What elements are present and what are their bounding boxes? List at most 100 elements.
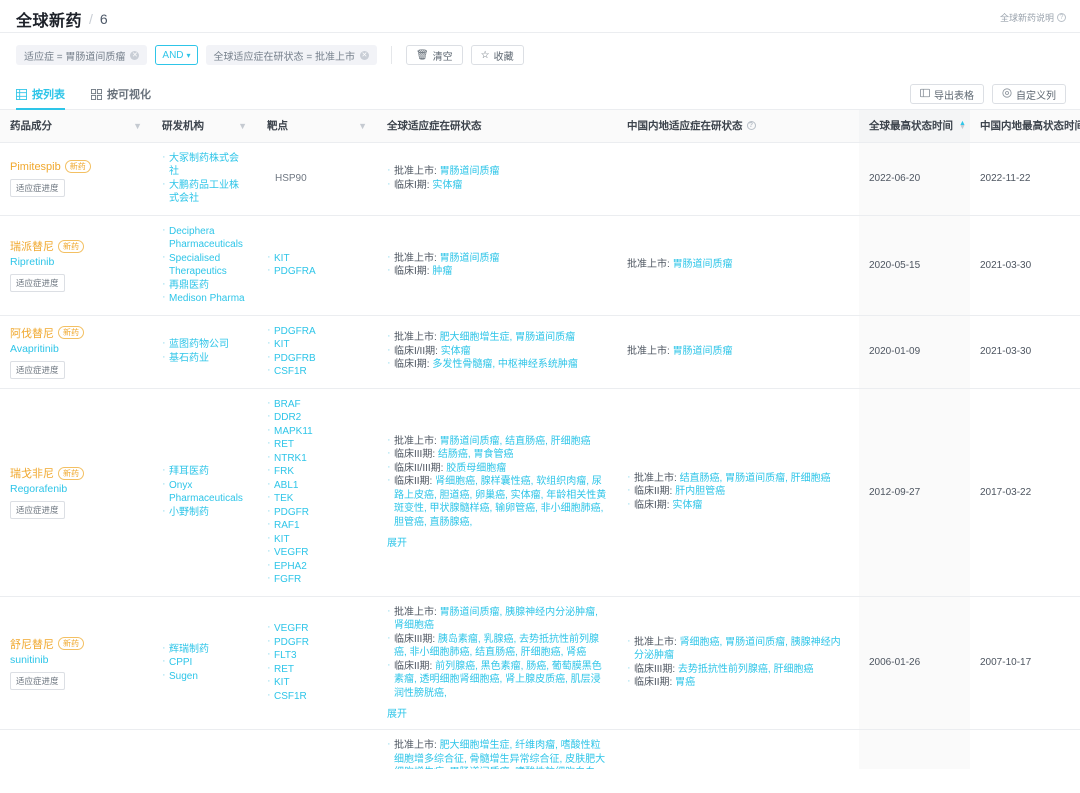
list-item[interactable]: VEGFR [267, 546, 367, 560]
list-item[interactable]: RET [267, 663, 367, 677]
status-value[interactable]: 实体瘤 [672, 500, 702, 511]
expand-button[interactable]: 展开 [387, 705, 407, 720]
customize-columns-button[interactable]: 自定义列 [992, 84, 1066, 104]
filter-operator-select[interactable]: AND ▾ [155, 45, 197, 65]
column-header-ingredient[interactable]: 药品成分 ▼ [0, 110, 152, 142]
expand-button[interactable]: 展开 [387, 534, 407, 549]
drug-name-en[interactable]: sunitinib [10, 654, 142, 666]
list-item[interactable]: CPPI [162, 656, 247, 670]
table-row[interactable]: 阿伐替尼 新药 Avapritinib 适应症进度 蓝图药物公司 基石药业 [0, 315, 1080, 388]
list-item[interactable]: FLT3 [267, 649, 367, 663]
filter-chip-global-status[interactable]: 全球适应症在研状态 = 批准上市 ✕ [206, 45, 377, 65]
indication-progress-button[interactable]: 适应症进度 [10, 274, 65, 292]
results-table-wrapper[interactable]: 药品成分 ▼ 研发机构 ▼ 靶点 ▼ [0, 110, 1080, 769]
close-icon[interactable]: ✕ [130, 51, 139, 60]
list-item[interactable]: Deciphera Pharmaceuticals [162, 225, 247, 252]
list-item[interactable]: KIT [267, 252, 367, 266]
status-value[interactable]: 结肠癌, 胃食管癌 [438, 449, 514, 460]
list-item[interactable]: DDR2 [267, 411, 367, 425]
status-value[interactable]: 肥大细胞增生症, 胃肠道间质瘤 [440, 332, 576, 343]
status-value[interactable]: 胃肠道间质瘤 [440, 166, 500, 177]
list-item[interactable]: PDGFR [267, 506, 367, 520]
indication-progress-button[interactable]: 适应症进度 [10, 501, 65, 519]
table-row[interactable]: 瑞戈非尼 新药 Regorafenib 适应症进度 拜耳医药 Onyx Phar… [0, 388, 1080, 596]
list-item[interactable]: Specialised Therapeutics [162, 252, 247, 279]
list-item[interactable]: 大鹏药品工业株式会社 [162, 179, 247, 206]
list-item[interactable]: FRK [267, 465, 367, 479]
list-item[interactable]: PDGFRA [267, 265, 367, 279]
tab-visual-view[interactable]: 按可视化 [91, 86, 151, 109]
drug-name-cn[interactable]: 舒尼替尼 新药 [10, 636, 142, 652]
status-value[interactable]: 胶质母细胞瘤 [446, 463, 506, 474]
list-item[interactable]: FGFR [267, 573, 367, 587]
list-item[interactable]: ABL1 [267, 479, 367, 493]
list-item[interactable]: 大冢制药株式会社 [162, 152, 247, 179]
status-value[interactable]: 肿瘤 [432, 266, 452, 277]
status-value[interactable]: 多发性骨髓瘤, 中枢神经系统肿瘤 [432, 359, 578, 370]
list-item[interactable]: VEGFR [267, 622, 367, 636]
list-item[interactable]: KIT [267, 676, 367, 690]
list-item[interactable]: NTRK1 [267, 452, 367, 466]
list-item[interactable]: BRAF [267, 398, 367, 412]
list-item[interactable]: TEK [267, 492, 367, 506]
drug-name-cn[interactable]: Pimitespib 新药 [10, 160, 142, 173]
question-icon[interactable]: ? [747, 121, 756, 130]
filter-icon[interactable]: ▼ [358, 121, 367, 131]
list-item[interactable]: KIT [267, 533, 367, 547]
filter-icon[interactable]: ▼ [238, 121, 247, 131]
list-item[interactable]: PDGFRA [267, 325, 367, 339]
list-item[interactable]: 再鼎医药 [162, 279, 247, 293]
table-row[interactable]: Pimitespib 新药 适应症进度 大冢制药株式会社 大鹏药品工业株式会社 … [0, 142, 1080, 215]
column-header-target[interactable]: 靶点 ▼ [257, 110, 377, 142]
status-value[interactable]: 去势抵抗性前列腺癌, 肝细胞癌 [678, 664, 814, 675]
filter-icon[interactable]: ▼ [133, 121, 142, 131]
list-item[interactable]: RAF1 [267, 519, 367, 533]
clear-button[interactable]: 🗑 清空 [406, 45, 463, 65]
status-value[interactable]: 胃癌 [675, 677, 695, 688]
column-header-organization[interactable]: 研发机构 ▼ [152, 110, 257, 142]
list-item[interactable]: PDGFRB [267, 352, 367, 366]
tab-list-view[interactable]: 按列表 [16, 86, 65, 109]
drug-name-en[interactable]: Regorafenib [10, 483, 142, 495]
status-value[interactable]: 结直肠癌, 胃肠道间质瘤, 肝细胞癌 [680, 473, 831, 484]
help-link[interactable]: 全球新药说明 ? [1000, 11, 1066, 24]
status-value[interactable]: 胃肠道间质瘤 [673, 259, 733, 270]
close-icon[interactable]: ✕ [360, 51, 369, 60]
column-header-china-time[interactable]: 中国内地最高状态时间 ? ▲▼ [970, 110, 1080, 142]
table-row[interactable]: 瑞派替尼 新药 Ripretinib 适应症进度 Deciphera Pharm… [0, 215, 1080, 315]
list-item[interactable]: MAPK11 [267, 425, 367, 439]
list-item[interactable]: PDGFR [267, 636, 367, 650]
status-value[interactable]: 实体瘤 [441, 346, 471, 357]
status-value[interactable]: 肝内胆管癌 [675, 486, 725, 497]
export-table-button[interactable]: 导出表格 [910, 84, 984, 104]
list-item[interactable]: 拜耳医药 [162, 465, 247, 479]
list-item[interactable]: RET [267, 438, 367, 452]
list-item[interactable]: CSF1R [267, 365, 367, 379]
target-label[interactable]: HSP90 [267, 173, 367, 184]
list-item[interactable]: EPHA2 [267, 560, 367, 574]
table-row[interactable]: 伊马替尼 新药 Imatinib 适应症进度 诺华制药 KIT BCR-ABL [0, 730, 1080, 770]
table-row[interactable]: 舒尼替尼 新药 sunitinib 适应症进度 辉瑞制药 CPPI Sugen [0, 596, 1080, 730]
list-item[interactable]: CSF1R [267, 690, 367, 704]
list-item[interactable]: 辉瑞制药 [162, 643, 247, 657]
favorite-button[interactable]: ☆ 收藏 [471, 45, 524, 65]
list-item[interactable]: 蓝图药物公司 [162, 338, 247, 352]
list-item[interactable]: 基石药业 [162, 352, 247, 366]
list-item[interactable]: Onyx Pharmaceuticals [162, 479, 247, 506]
column-header-global-time[interactable]: 全球最高状态时间 ▲▼ [859, 110, 970, 142]
list-item[interactable]: 小野制药 [162, 506, 247, 520]
filter-chip-indication[interactable]: 适应症 = 胃肠道间质瘤 ✕ [16, 45, 147, 65]
drug-name-cn[interactable]: 阿伐替尼 新药 [10, 325, 142, 341]
drug-name-cn[interactable]: 瑞派替尼 新药 [10, 238, 142, 254]
list-item[interactable]: Medison Pharma [162, 292, 247, 306]
drug-name-en[interactable]: Avapritinib [10, 343, 142, 355]
list-item[interactable]: KIT [267, 338, 367, 352]
indication-progress-button[interactable]: 适应症进度 [10, 361, 65, 379]
status-value[interactable]: 胃肠道间质瘤, 结直肠癌, 肝细胞癌 [440, 436, 591, 447]
sort-icon[interactable]: ▲▼ [959, 122, 966, 130]
indication-progress-button[interactable]: 适应症进度 [10, 179, 65, 197]
drug-name-cn[interactable]: 瑞戈非尼 新药 [10, 465, 142, 481]
status-value[interactable]: 胃肠道间质瘤 [673, 346, 733, 357]
drug-name-en[interactable]: Ripretinib [10, 256, 142, 268]
list-item[interactable]: Sugen [162, 670, 247, 684]
